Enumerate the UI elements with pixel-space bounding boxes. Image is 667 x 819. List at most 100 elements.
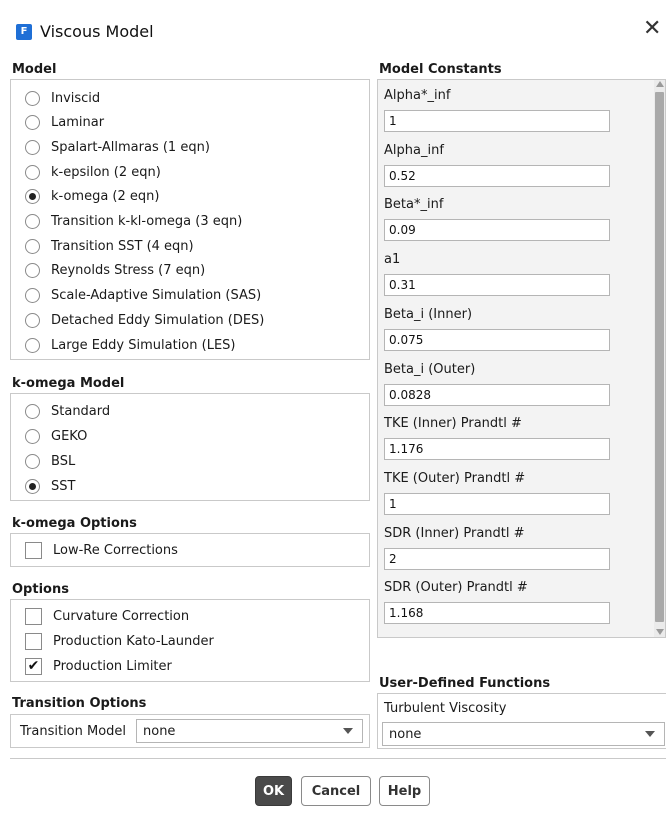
radio-unselected-icon[interactable]: [25, 337, 40, 353]
option-label: Scale-Adaptive Simulation (SAS): [51, 288, 262, 304]
radio-unselected-icon[interactable]: [25, 238, 40, 254]
checkbox-label: Production Kato-Launder: [53, 633, 214, 649]
radio-unselected-icon[interactable]: [25, 214, 40, 229]
option-label: Detached Eddy Simulation (DES): [51, 312, 265, 328]
scroll-down-arrow-icon[interactable]: [656, 629, 664, 635]
radio-unselected-icon[interactable]: [25, 115, 40, 131]
checkbox-low-re-corrections[interactable]: Low-Re Corrections: [25, 538, 178, 562]
radio-unselected-icon[interactable]: [25, 403, 40, 419]
constants-scrollbar[interactable]: [654, 80, 665, 637]
model-option-spalart-allmaras-1-eqn[interactable]: Spalart-Allmaras (1 eqn): [25, 135, 210, 159]
komega-model-option-sst[interactable]: SST: [25, 474, 75, 498]
ok-button[interactable]: OK: [255, 776, 292, 806]
model-option-large-eddy-simulation-les[interactable]: Large Eddy Simulation (LES): [25, 333, 235, 357]
chevron-down-icon: [645, 731, 655, 737]
komega-options-section-label: k-omega Options: [12, 516, 137, 531]
option-label: Inviscid: [51, 90, 101, 106]
constant-label-alpha-inf: Alpha*_inf: [384, 88, 451, 103]
transition-model-label: Transition Model: [20, 724, 127, 739]
constant-input-tke-outer-prandtl[interactable]: 1: [384, 492, 610, 515]
constant-input-beta-inf[interactable]: 0.09: [384, 219, 610, 242]
radio-unselected-icon[interactable]: [25, 312, 40, 328]
turbulent-viscosity-value: none: [389, 726, 422, 742]
radio-unselected-icon[interactable]: [25, 428, 40, 444]
constant-input-beta-i-outer[interactable]: 0.0828: [384, 383, 610, 406]
option-label: k-epsilon (2 eqn): [51, 164, 161, 180]
option-label: Large Eddy Simulation (LES): [51, 337, 236, 353]
checkbox-unchecked[interactable]: [25, 632, 42, 650]
radio-dot-icon: [29, 482, 36, 490]
radio-unselected-icon[interactable]: [25, 453, 40, 469]
constant-input-beta-i-inner[interactable]: 0.075: [384, 328, 610, 351]
constant-label-alpha-inf: Alpha_inf: [384, 142, 444, 158]
transition-options-section-label: Transition Options: [12, 696, 147, 711]
window-title: Viscous Model: [40, 22, 154, 41]
model-option-k-omega-2-eqn[interactable]: k-omega (2 eqn): [25, 185, 159, 209]
radio-dot-icon: [29, 193, 36, 201]
checkbox-production-limiter[interactable]: ✔ Production Limiter: [25, 654, 172, 678]
option-label: Transition SST (4 eqn): [51, 238, 194, 254]
transition-model-value: none: [143, 723, 176, 739]
checkbox-curvature-correction[interactable]: Curvature Correction: [25, 604, 189, 628]
model-option-scale-adaptive-simulation-sas[interactable]: Scale-Adaptive Simulation (SAS): [25, 284, 261, 308]
cancel-button[interactable]: Cancel: [301, 776, 371, 806]
chevron-down-icon: [343, 728, 353, 734]
option-label: Spalart-Allmaras (1 eqn): [51, 139, 210, 155]
checkmark-icon: ✔: [27, 658, 40, 674]
close-icon[interactable]: ✕: [643, 18, 661, 40]
transition-model-select[interactable]: none: [136, 719, 363, 743]
option-label: k-omega (2 eqn): [51, 189, 160, 205]
radio-unselected-icon[interactable]: [25, 139, 40, 155]
constant-label-tke-inner-prandtl: TKE (Inner) Prandtl #: [384, 416, 522, 432]
option-label: Standard: [51, 403, 111, 419]
model-option-k-epsilon-2-eqn[interactable]: k-epsilon (2 eqn): [25, 160, 161, 184]
model-option-transition-k-kl-omega-3-eqn[interactable]: Transition k-kl-omega (3 eqn): [25, 210, 242, 234]
model-section-label: Model: [12, 62, 57, 77]
model-option-inviscid[interactable]: Inviscid: [25, 86, 100, 110]
option-label: SST: [51, 478, 76, 494]
komega-model-option-geko[interactable]: GEKO: [25, 424, 87, 448]
udf-section-label: User-Defined Functions: [379, 676, 551, 691]
radio-unselected-icon[interactable]: [25, 288, 40, 304]
model-constants-panel: Alpha*_inf 1 Alpha_inf 0.52 Beta*_inf 0.09 a1 0…: [377, 79, 666, 638]
constant-label-sdr-outer-prandtl: SDR (Outer) Prandtl #: [384, 580, 528, 596]
constant-label-beta-i-outer: Beta_i (Outer): [384, 361, 476, 377]
option-label: BSL: [51, 453, 76, 469]
checkbox-production-kato-launder[interactable]: Production Kato-Launder: [25, 629, 214, 653]
option-label: Reynolds Stress (7 eqn): [51, 263, 206, 279]
checkbox-label: Low-Re Corrections: [53, 542, 178, 558]
checkbox-unchecked[interactable]: [25, 607, 42, 625]
komega-model-option-bsl[interactable]: BSL: [25, 449, 75, 473]
turbulent-viscosity-label: Turbulent Viscosity: [384, 701, 507, 716]
constant-input-sdr-inner-prandtl[interactable]: 2: [384, 547, 610, 570]
constant-label-beta-inf: Beta*_inf: [384, 197, 444, 213]
radio-unselected-icon[interactable]: [25, 263, 40, 279]
constant-input-tke-inner-prandtl[interactable]: 1.176: [384, 438, 610, 461]
model-option-transition-sst-4-eqn[interactable]: Transition SST (4 eqn): [25, 234, 194, 258]
help-button[interactable]: Help: [379, 776, 430, 806]
radio-selected-icon[interactable]: [25, 478, 40, 494]
radio-unselected-icon[interactable]: [25, 90, 40, 106]
scroll-thumb[interactable]: [655, 92, 664, 622]
radio-selected-icon[interactable]: [25, 189, 40, 205]
model-option-detached-eddy-simulation-des[interactable]: Detached Eddy Simulation (DES): [25, 308, 264, 332]
model-option-reynolds-stress-7-eqn[interactable]: Reynolds Stress (7 eqn): [25, 259, 205, 283]
constant-input-alpha-inf[interactable]: 1: [384, 110, 610, 132]
constant-input-a1[interactable]: 0.31: [384, 274, 610, 297]
constant-input-alpha-inf[interactable]: 0.52: [384, 164, 610, 187]
checkbox-unchecked[interactable]: [25, 541, 42, 559]
checkbox-label: Curvature Correction: [53, 608, 190, 624]
radio-unselected-icon[interactable]: [25, 164, 40, 180]
model-option-laminar[interactable]: Laminar: [25, 111, 104, 135]
komega-model-option-standard[interactable]: Standard: [25, 399, 110, 423]
option-label: Laminar: [51, 115, 105, 131]
checkbox-label: Production Limiter: [53, 658, 172, 674]
footer-divider: [10, 758, 666, 759]
checkbox-checked[interactable]: ✔: [25, 657, 42, 675]
constant-label-a1: a1: [384, 252, 401, 268]
scroll-up-arrow-icon[interactable]: [656, 81, 664, 87]
model-constants-section-label: Model Constants: [379, 62, 502, 77]
option-label: GEKO: [51, 428, 88, 444]
constant-input-sdr-outer-prandtl[interactable]: 1.168: [384, 602, 610, 625]
turbulent-viscosity-select[interactable]: none: [382, 722, 665, 746]
